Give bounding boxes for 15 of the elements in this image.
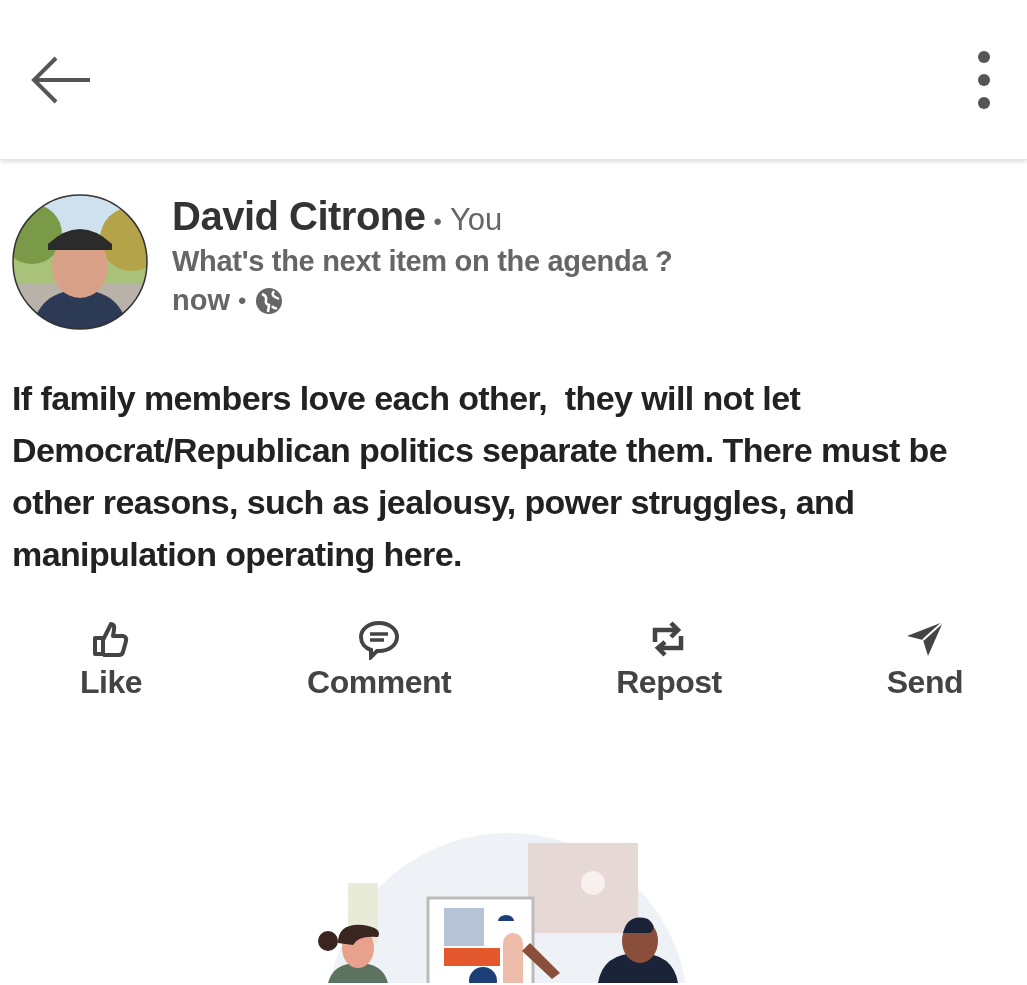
globe-icon xyxy=(254,285,285,316)
separator-dot: • xyxy=(433,208,442,236)
repost-button[interactable]: Repost xyxy=(608,618,730,701)
separator-dot: • xyxy=(238,286,247,315)
more-icon xyxy=(977,49,991,110)
send-button[interactable]: Send xyxy=(878,618,971,701)
author-headline: What's the next item on the agenda ? xyxy=(172,245,673,278)
you-label: You xyxy=(449,202,503,238)
like-button[interactable]: Like xyxy=(72,618,151,701)
speech-bubble-icon xyxy=(357,618,402,660)
post-time: now xyxy=(172,284,230,317)
comment-button[interactable]: Comment xyxy=(299,618,460,701)
back-icon xyxy=(30,55,92,104)
post-text: If family members love each other, they will not let Democrat/Republican politics separate them. There must be other reasons, such as jealousy, power struggles, and manipulation operating here. xyxy=(12,378,949,575)
author-name[interactable]: David Citrone xyxy=(172,194,426,239)
